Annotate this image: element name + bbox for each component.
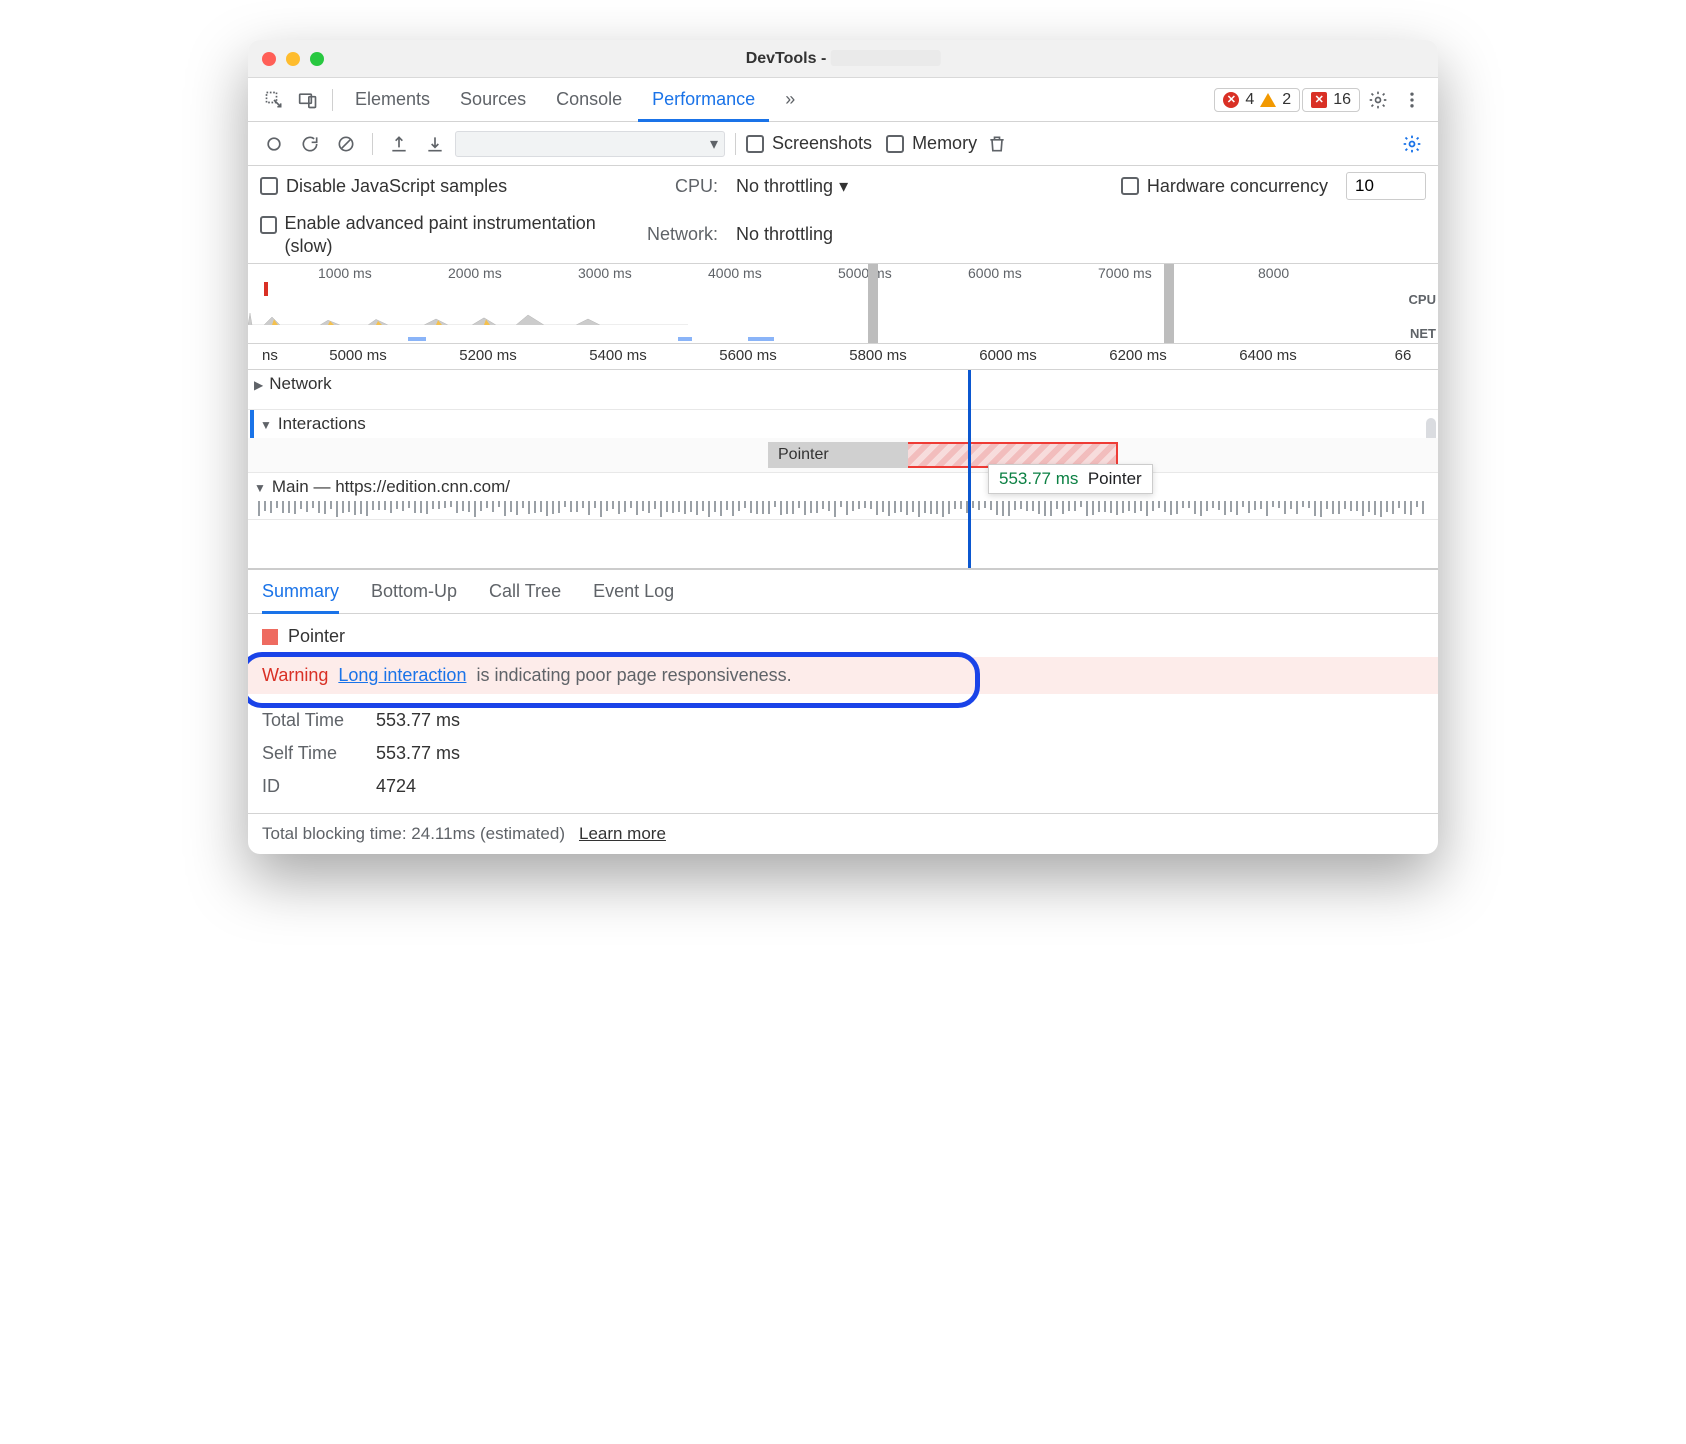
overview-timeline[interactable]: 1000 ms 2000 ms 3000 ms 4000 ms 5000 ms … [248,264,1438,344]
hardware-concurrency-checkbox[interactable]: Hardware concurrency [1121,176,1328,197]
ruler-tick: 6000 ms [979,347,1037,364]
id-value: 4724 [376,776,416,797]
tbt-text: Total blocking time: 24.11ms (estimated) [262,824,565,844]
capture-settings-icon[interactable] [1396,128,1428,160]
self-time-label: Self Time [262,743,362,764]
window-title: DevTools - [746,50,941,68]
details-tabs: Summary Bottom-Up Call Tree Event Log [248,570,1438,614]
chevron-down-icon: ▾ [710,134,718,154]
overview-cpu-label: CPU [1409,292,1436,307]
chevron-down-icon: ▾ [839,176,848,197]
tab-elements[interactable]: Elements [341,78,444,122]
ruler-tick: 6400 ms [1239,347,1297,364]
network-track-header[interactable]: Network [248,370,1438,398]
event-name: Pointer [288,626,345,647]
overview-handle-left[interactable] [868,264,878,343]
performance-toolbar: ▾ Screenshots Memory [248,122,1438,166]
tab-summary[interactable]: Summary [262,570,339,614]
ruler-tick: 66 [1395,347,1412,364]
ruler-tick: 5800 ms [849,347,907,364]
overview-net-label: NET [1410,326,1436,341]
clear-icon[interactable] [330,128,362,160]
interactions-track-header[interactable]: Interactions [248,410,1438,438]
zoom-window-button[interactable] [310,52,324,66]
cpu-sparkline [248,309,688,325]
tab-event-log[interactable]: Event Log [593,581,674,602]
playhead[interactable] [968,370,971,568]
tab-console[interactable]: Console [542,78,636,122]
overview-tick: 2000 ms [448,265,502,281]
long-interaction-link[interactable]: Long interaction [338,665,466,685]
inspect-element-icon[interactable] [258,84,290,116]
settings-icon[interactable] [1362,84,1394,116]
overview-tick: 4000 ms [708,265,762,281]
capture-settings-panel: Disable JavaScript samples CPU: No throt… [248,166,1438,264]
footer: Total blocking time: 24.11ms (estimated)… [248,813,1438,854]
download-icon[interactable] [419,128,451,160]
flame-ruler[interactable]: ns 5000 ms 5200 ms 5400 ms 5600 ms 5800 … [248,344,1438,370]
tab-call-tree[interactable]: Call Tree [489,581,561,602]
ruler-tick: 5200 ms [459,347,517,364]
recording-select[interactable]: ▾ [455,131,725,157]
record-icon[interactable] [258,128,290,160]
kebab-menu-icon[interactable] [1396,84,1428,116]
total-time-value: 553.77 ms [376,710,460,731]
tab-performance[interactable]: Performance [638,78,769,122]
ruler-tick: ns [262,347,278,364]
reload-icon[interactable] [294,128,326,160]
hardware-concurrency-input[interactable] [1346,172,1426,200]
network-label: Network: [628,224,718,245]
console-errors-pill[interactable]: ✕4 2 [1214,88,1300,112]
overview-tick: 6000 ms [968,265,1022,281]
tabs-overflow[interactable]: » [771,78,809,122]
ruler-tick: 5400 ms [589,347,647,364]
color-swatch [262,629,278,645]
trash-icon[interactable] [981,128,1013,160]
overview-tick: 5000 ms [838,265,892,281]
overview-tick: 3000 ms [578,265,632,281]
flame-chart-tracks[interactable]: Network Interactions Pointer Main — http… [248,370,1438,570]
cpu-throttling-select[interactable]: No throttling▾ [736,176,848,197]
disable-js-samples-checkbox[interactable]: Disable JavaScript samples [260,176,507,197]
overview-tick: 8000 [1258,265,1289,281]
overview-tick: 7000 ms [1098,265,1152,281]
self-time-value: 553.77 ms [376,743,460,764]
id-label: ID [262,776,362,797]
extension-errors-pill[interactable]: ✕16 [1302,88,1360,112]
minimize-window-button[interactable] [286,52,300,66]
learn-more-link[interactable]: Learn more [579,824,666,844]
cpu-label: CPU: [628,176,718,197]
ruler-tick: 5000 ms [329,347,387,364]
close-window-button[interactable] [262,52,276,66]
main-track-header[interactable]: Main — https://edition.cnn.com/ [248,473,1438,501]
warning-row: Warning Long interaction is indicating p… [248,657,1438,694]
device-toolbar-icon[interactable] [292,84,324,116]
ruler-tick: 5600 ms [719,347,777,364]
devtools-tabs: Elements Sources Console Performance » ✕… [248,78,1438,122]
tab-sources[interactable]: Sources [446,78,540,122]
memory-checkbox[interactable]: Memory [886,133,977,154]
interaction-bar-label: Pointer [768,442,908,468]
network-throttling-select[interactable]: No throttling [736,224,833,245]
ruler-tick: 6200 ms [1109,347,1167,364]
enable-paint-checkbox[interactable]: Enable advanced paint instrumentation (s… [260,212,610,257]
screenshots-checkbox[interactable]: Screenshots [746,133,872,154]
total-time-label: Total Time [262,710,362,731]
warning-label: Warning [262,665,328,686]
overview-handle-right[interactable] [1164,264,1174,343]
warning-icon [1260,93,1276,107]
hover-tooltip: 553.77 ms Pointer [988,464,1153,494]
window-titlebar: DevTools - [248,40,1438,78]
tab-bottom-up[interactable]: Bottom-Up [371,581,457,602]
overview-tick: 1000 ms [318,265,372,281]
summary-panel: Pointer Warning Long interaction is indi… [248,614,1438,813]
upload-icon[interactable] [383,128,415,160]
